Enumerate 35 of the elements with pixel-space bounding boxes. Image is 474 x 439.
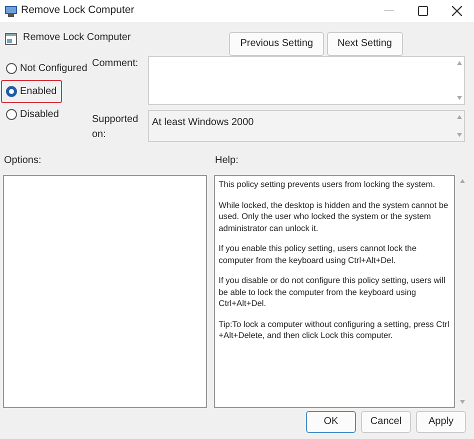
help-paragraph: While locked, the desktop is hidden and the system cannot be used. Only the user who locked the system or the system administrator can unlock it. (218, 200, 450, 234)
radio-button[interactable] (6, 63, 17, 74)
scroll-down-icon[interactable] (456, 133, 462, 137)
scroll-down-icon[interactable] (460, 400, 465, 404)
maximize-icon[interactable] (418, 6, 428, 16)
options-label: Options: (4, 154, 42, 168)
comment-label: Comment: (91, 57, 140, 71)
help-paragraph: If you disable or do not configure this policy setting, users will be able to lock the computer from the keyboard using Ctrl+Alt+Del. (218, 275, 446, 310)
scroll-up-icon[interactable] (460, 179, 465, 183)
policy-title: Remove Lock Computer (23, 31, 131, 45)
nav-button[interactable]: Previous Setting (229, 32, 324, 56)
dialog-button[interactable]: Apply (416, 411, 466, 433)
scroll-down-icon[interactable] (456, 96, 462, 100)
help-paragraph: If you enable this policy setting, users cannot lock the computer from the keyboard using Ctrl+Alt+Del. (218, 243, 418, 266)
nav-button[interactable]: Next Setting (326, 32, 403, 56)
help-label: Help: (215, 154, 238, 168)
supported-on-label: Supported on: (91, 113, 140, 142)
radio-button[interactable] (6, 109, 17, 120)
app-icon (5, 6, 17, 16)
help-paragraph: This policy setting prevents users from locking the system. (218, 179, 436, 190)
supported-on-value: At least Windows 2000 (151, 116, 254, 130)
dialog-button[interactable]: OK (306, 411, 356, 433)
radio-label[interactable]: Enabled (20, 84, 57, 99)
radio-button[interactable] (6, 86, 17, 97)
comment-field[interactable] (148, 56, 465, 105)
policy-icon (5, 33, 17, 45)
scroll-up-icon[interactable] (456, 115, 462, 119)
scroll-up-icon[interactable] (456, 61, 462, 65)
window-title: Remove Lock Computer (21, 3, 134, 18)
dialog-button[interactable]: Cancel (361, 411, 411, 433)
radio-label[interactable]: Not Configured (20, 61, 88, 76)
radio-label[interactable]: Disabled (20, 107, 59, 122)
close-icon[interactable] (452, 6, 462, 16)
help-paragraph: Tip:To lock a computer without configuring a setting, press Ctrl +Alt+Delete, and then click Lock this computer. (218, 318, 450, 342)
minimize-icon[interactable] (384, 10, 394, 12)
